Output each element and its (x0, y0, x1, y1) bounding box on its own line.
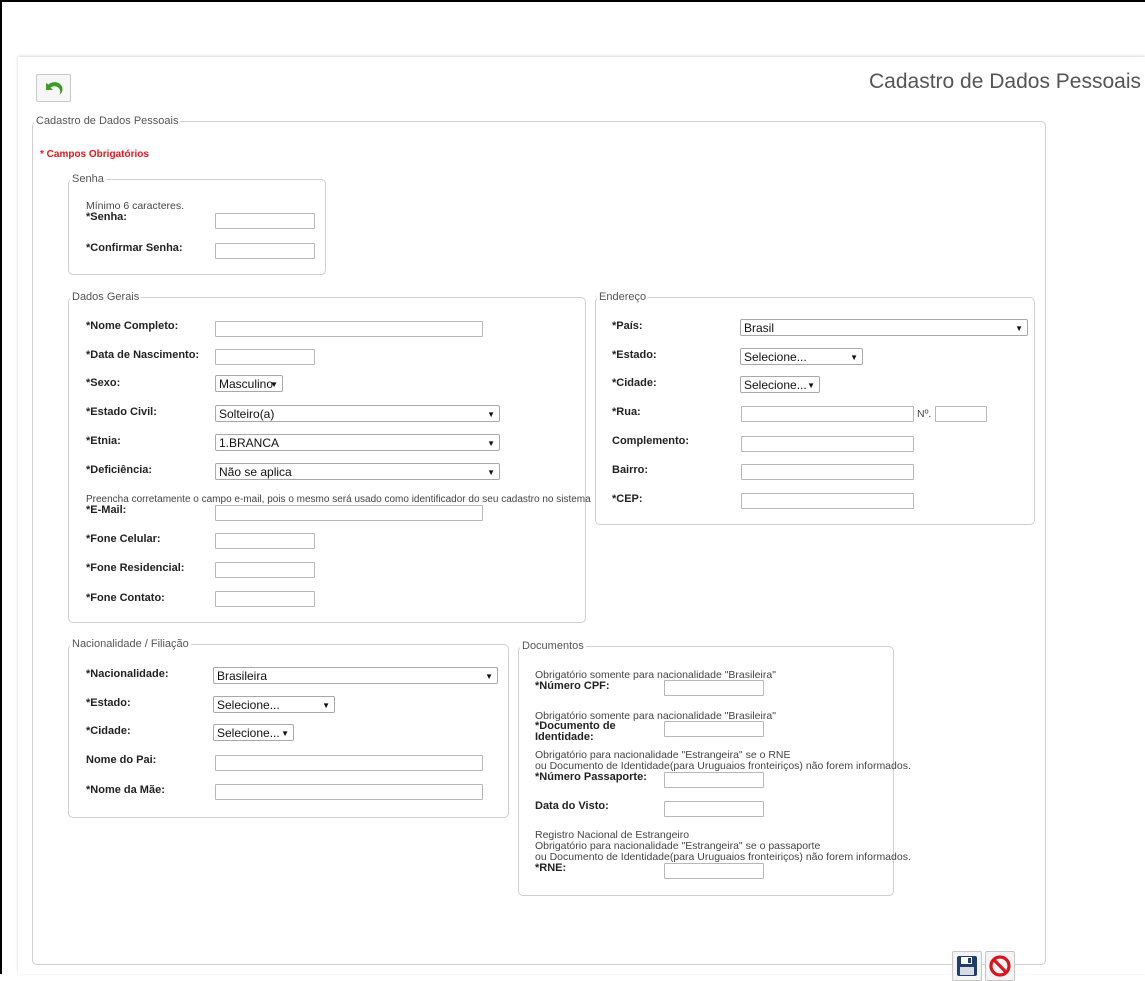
rne-label: *RNE: (535, 862, 567, 874)
data-nascimento-label: *Data de Nascimento: (86, 349, 200, 361)
rne-input[interactable] (664, 863, 764, 879)
dropdown-arrow-icon: ▼ (807, 381, 815, 390)
endereco-cidade-label: *Cidade: (612, 377, 657, 389)
endereco-legend: Endereço (599, 291, 647, 303)
estado-civil-value: Solteiro(a) (219, 407, 275, 421)
pais-label: *País: (612, 320, 643, 332)
etnia-select[interactable]: 1.BRANCA ▼ (215, 434, 500, 451)
data-visto-input[interactable] (664, 801, 764, 817)
bairro-label: Bairro: (612, 464, 649, 476)
senha-input[interactable] (215, 213, 315, 229)
numero-label: Nº. (917, 408, 932, 420)
estado-civil-select[interactable]: Solteiro(a) ▼ (215, 405, 500, 422)
undo-arrow-icon (46, 82, 63, 95)
nome-mae-input[interactable] (215, 784, 483, 800)
nacionalidade-label: *Nacionalidade: (86, 668, 169, 680)
nome-pai-input[interactable] (215, 755, 483, 771)
passaporte-label: *Número Passaporte: (535, 771, 647, 783)
email-input[interactable] (215, 505, 483, 521)
rne-hint-line3: ou Documento de Identidade(para Uruguaio… (535, 851, 911, 863)
naturalidade-estado-select[interactable]: Selecione... ▼ (213, 696, 335, 713)
nome-pai-label: Nome do Pai: (86, 754, 157, 766)
estado-civil-label: *Estado Civil: (86, 406, 157, 418)
dropdown-arrow-icon: ▼ (850, 353, 858, 362)
numero-input[interactable] (935, 406, 987, 422)
endereco-estado-value: Selecione... (744, 350, 807, 364)
fone-residencial-label: *Fone Residencial: (86, 562, 185, 574)
nacionalidade-legend: Nacionalidade / Filiação (72, 638, 189, 650)
rua-label: *Rua: (612, 406, 641, 418)
cep-input[interactable] (741, 493, 914, 509)
dropdown-arrow-icon: ▼ (322, 701, 330, 710)
etnia-label: *Etnia: (86, 435, 121, 447)
form-legend: Cadastro de Dados Pessoais (36, 115, 179, 127)
email-hint: Preencha corretamente o campo e-mail, po… (86, 494, 591, 505)
window-top-border (0, 0, 1145, 2)
nome-completo-label: *Nome Completo: (86, 320, 179, 332)
endereco-estado-label: *Estado: (612, 349, 657, 361)
deficiencia-label: *Deficiência: (86, 464, 153, 476)
sexo-select[interactable]: Masculino ▼ (215, 375, 283, 392)
dropdown-arrow-icon: ▼ (485, 672, 493, 681)
page-title: Cadastro de Dados Pessoais (869, 70, 1141, 93)
bairro-input[interactable] (741, 464, 914, 480)
cpf-label: *Número CPF: (535, 680, 610, 692)
naturalidade-cidade-select[interactable]: Selecione... ▼ (213, 724, 294, 741)
nacionalidade-value: Brasileira (217, 669, 268, 683)
naturalidade-estado-label: *Estado: (86, 697, 131, 709)
naturalidade-cidade-value: Selecione... (217, 726, 280, 740)
fone-residencial-input[interactable] (215, 562, 315, 578)
etnia-value: 1.BRANCA (219, 436, 280, 450)
cancel-button[interactable] (985, 951, 1015, 981)
deficiencia-value: Não se aplica (219, 465, 292, 479)
naturalidade-cidade-label: *Cidade: (86, 725, 131, 737)
data-visto-label: Data do Visto: (535, 800, 609, 812)
senha-legend: Senha (72, 173, 104, 185)
complemento-label: Complemento: (612, 435, 689, 447)
confirmar-senha-input[interactable] (215, 243, 315, 259)
documentos-legend: Documentos (522, 640, 584, 652)
dropdown-arrow-icon: ▼ (270, 380, 278, 389)
sexo-value: Masculino (219, 377, 274, 391)
identidade-input[interactable] (664, 721, 764, 737)
fone-celular-label: *Fone Celular: (86, 533, 161, 545)
endereco-estado-select[interactable]: Selecione... ▼ (740, 348, 863, 365)
nome-completo-input[interactable] (215, 321, 483, 337)
cep-label: *CEP: (612, 493, 643, 505)
naturalidade-estado-value: Selecione... (217, 698, 280, 712)
email-label: *E-Mail: (86, 504, 127, 516)
required-note: * Campos Obrigatórios (40, 149, 149, 160)
fone-contato-input[interactable] (215, 591, 315, 607)
identidade-label-line2: Identidade: (535, 731, 594, 743)
dropdown-arrow-icon: ▼ (281, 729, 289, 738)
dropdown-arrow-icon: ▼ (487, 468, 495, 477)
cpf-input[interactable] (664, 680, 764, 696)
confirmar-senha-label: *Confirmar Senha: (86, 242, 183, 254)
dados-gerais-legend: Dados Gerais (72, 291, 140, 303)
deficiencia-select[interactable]: Não se aplica ▼ (215, 463, 500, 480)
fone-celular-input[interactable] (215, 533, 315, 549)
dropdown-arrow-icon: ▼ (1015, 324, 1023, 333)
passaporte-input[interactable] (664, 772, 764, 788)
pais-value: Brasil (744, 321, 775, 335)
window-left-border (0, 0, 2, 974)
dropdown-arrow-icon: ▼ (487, 410, 495, 419)
nacionalidade-select[interactable]: Brasileira ▼ (213, 667, 498, 684)
fone-contato-label: *Fone Contato: (86, 592, 165, 604)
sexo-label: *Sexo: (86, 377, 121, 389)
nome-mae-label: *Nome da Mãe: (86, 784, 165, 796)
dropdown-arrow-icon: ▼ (487, 439, 495, 448)
senha-label: *Senha: (86, 211, 127, 223)
endereco-cidade-value: Selecione... (744, 378, 807, 392)
back-button[interactable] (36, 74, 71, 102)
data-nascimento-input[interactable] (215, 349, 315, 365)
complemento-input[interactable] (741, 436, 914, 452)
pais-select[interactable]: Brasil ▼ (740, 319, 1028, 336)
rua-input[interactable] (741, 406, 914, 422)
save-button[interactable] (952, 951, 982, 981)
endereco-cidade-select[interactable]: Selecione... ▼ (740, 376, 820, 393)
